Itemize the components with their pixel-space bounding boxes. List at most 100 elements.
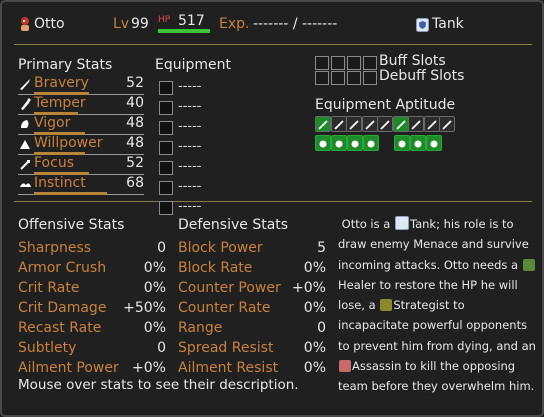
character-window: Otto Lv 99 HP 517 Exp. ------- / -------… — [0, 0, 544, 417]
defensive-stat-value: 0% — [303, 260, 326, 276]
offensive-stat-row[interactable]: Recast Rate 0% — [18, 320, 166, 338]
description-role-assassin: Assassin — [352, 359, 402, 374]
defensive-stat-value: 5 — [317, 240, 326, 256]
defensive-stat-row[interactable]: Block Rate 0% — [178, 260, 326, 278]
equipment-slot-box[interactable] — [159, 101, 173, 115]
equipment-slot-box[interactable] — [159, 161, 173, 175]
exp-value: ------- / ------- — [253, 16, 338, 32]
equipment-slot-box[interactable] — [159, 81, 173, 95]
axe-icon — [408, 116, 424, 132]
equipment-slot-box[interactable] — [159, 201, 173, 215]
exp-label: Exp. — [219, 16, 250, 32]
strategist-icon — [380, 299, 393, 312]
equipment-slot-box[interactable] — [159, 181, 173, 195]
temper-icon — [18, 96, 32, 110]
buff-slots-label: Buff Slots — [379, 53, 446, 69]
offensive-stats-title: Offensive Stats — [18, 217, 125, 233]
defensive-stat-row[interactable]: Ailment Resist 0% — [178, 360, 326, 378]
primary-stat-value: 40 — [126, 95, 144, 111]
primary-stat-label: Vigor — [34, 115, 71, 131]
header-divider — [14, 44, 532, 45]
offensive-stat-label: Crit Damage — [18, 300, 107, 316]
club-icon — [392, 116, 409, 132]
offensive-stat-value: 0 — [157, 240, 166, 256]
primary-stat-label: Temper — [34, 95, 86, 111]
primary-stat-row[interactable]: Instinct 68 — [18, 175, 144, 195]
defensive-stat-row[interactable]: Range 0 — [178, 320, 326, 338]
offensive-stat-value: 0 — [157, 340, 166, 356]
offensive-stat-row[interactable]: Crit Rate 0% — [18, 280, 166, 298]
defensive-stat-row[interactable]: Counter Power +0% — [178, 280, 326, 298]
equipment-slot[interactable]: ----- — [159, 119, 259, 136]
role-description: Otto is a Tank; his role is to draw enem… — [338, 214, 538, 397]
defensive-stat-row[interactable]: Block Power 5 — [178, 240, 326, 258]
tank-icon — [394, 216, 409, 230]
offensive-stat-value: 0% — [143, 280, 166, 296]
role-label: Tank — [432, 16, 464, 32]
primary-stat-row[interactable]: Bravery 52 — [18, 75, 144, 95]
character-name: Otto — [34, 16, 65, 32]
footer-hint: Mouse over stats to see their descriptio… — [18, 377, 299, 393]
healer-icon — [522, 258, 535, 271]
offensive-stat-label: Crit Rate — [18, 280, 80, 296]
character-portrait-icon — [18, 16, 32, 38]
equipment-slot[interactable]: ----- — [159, 79, 259, 96]
focus-icon — [18, 156, 32, 170]
primary-stat-value: 52 — [126, 75, 144, 91]
primary-stat-value: 48 — [126, 115, 144, 131]
level-value: 99 — [131, 16, 149, 32]
equipment-slot-label: ----- — [178, 199, 202, 214]
assassin-icon — [339, 360, 351, 373]
primary-stat-row[interactable]: Willpower 48 — [18, 135, 144, 155]
equipment-aptitude-title: Equipment Aptitude — [315, 97, 456, 113]
book-icon — [377, 116, 393, 132]
buff-slot — [363, 56, 377, 70]
equipment-slot-label: ----- — [178, 139, 202, 154]
debuff-slot — [315, 71, 329, 85]
equipment-slot-box[interactable] — [159, 121, 173, 135]
offensive-stat-row[interactable]: Crit Damage +50% — [18, 300, 166, 318]
sword-icon — [315, 116, 331, 132]
equipment-slot-box[interactable] — [159, 141, 173, 155]
primary-stat-value: 68 — [126, 175, 144, 191]
offensive-stat-row[interactable]: Armor Crush 0% — [18, 260, 166, 278]
offensive-stat-row[interactable]: Subtlety 0 — [18, 340, 166, 358]
buff-slot — [331, 56, 345, 70]
equipment-slot-label: ----- — [178, 99, 202, 114]
equipment-slot[interactable]: ----- — [159, 139, 259, 156]
wand-icon — [331, 135, 347, 151]
offensive-stat-value: +0% — [132, 360, 166, 376]
offensive-stat-label: Armor Crush — [18, 260, 107, 276]
defensive-stats-title: Defensive Stats — [178, 217, 289, 233]
equipment-slot[interactable]: ----- — [159, 99, 259, 116]
buff-slot — [347, 56, 361, 70]
chainmail-icon — [426, 135, 442, 151]
equipment-slot[interactable]: ----- — [159, 179, 259, 196]
orb-icon — [363, 135, 379, 151]
defensive-stat-label: Counter Power — [178, 280, 281, 296]
equipment-slot-label: ----- — [178, 179, 202, 194]
hp-label: HP — [158, 15, 171, 25]
armor-icon — [394, 135, 410, 151]
defensive-stat-label: Spread Resist — [178, 340, 274, 356]
primary-stat-row[interactable]: Focus 52 — [18, 155, 144, 175]
equipment-title: Equipment — [155, 57, 231, 73]
primary-stat-label: Instinct — [34, 175, 86, 191]
defensive-stat-value: 0% — [303, 340, 326, 356]
primary-stat-row[interactable]: Vigor 48 — [18, 115, 144, 135]
description-role-tank: Tank — [409, 217, 437, 231]
offensive-stat-row[interactable]: Ailment Power +0% — [18, 360, 166, 378]
equipment-slot[interactable]: ----- — [159, 159, 259, 176]
description-role-healer: Healer — [338, 277, 376, 292]
offensive-stat-row[interactable]: Sharpness 0 — [18, 240, 166, 258]
defensive-stat-value: 0 — [317, 320, 326, 336]
defensive-stat-label: Range — [178, 320, 223, 336]
primary-stat-row[interactable]: Temper 40 — [18, 95, 144, 115]
hp-bar-fill — [158, 29, 210, 33]
defensive-stat-row[interactable]: Counter Rate 0% — [178, 300, 326, 318]
equipment-slot-label: ----- — [178, 119, 202, 134]
defensive-stat-row[interactable]: Spread Resist 0% — [178, 340, 326, 358]
defensive-stat-value: 0% — [303, 300, 326, 316]
offensive-stat-value: 0% — [143, 260, 166, 276]
equipment-slot[interactable]: ----- — [159, 199, 259, 216]
